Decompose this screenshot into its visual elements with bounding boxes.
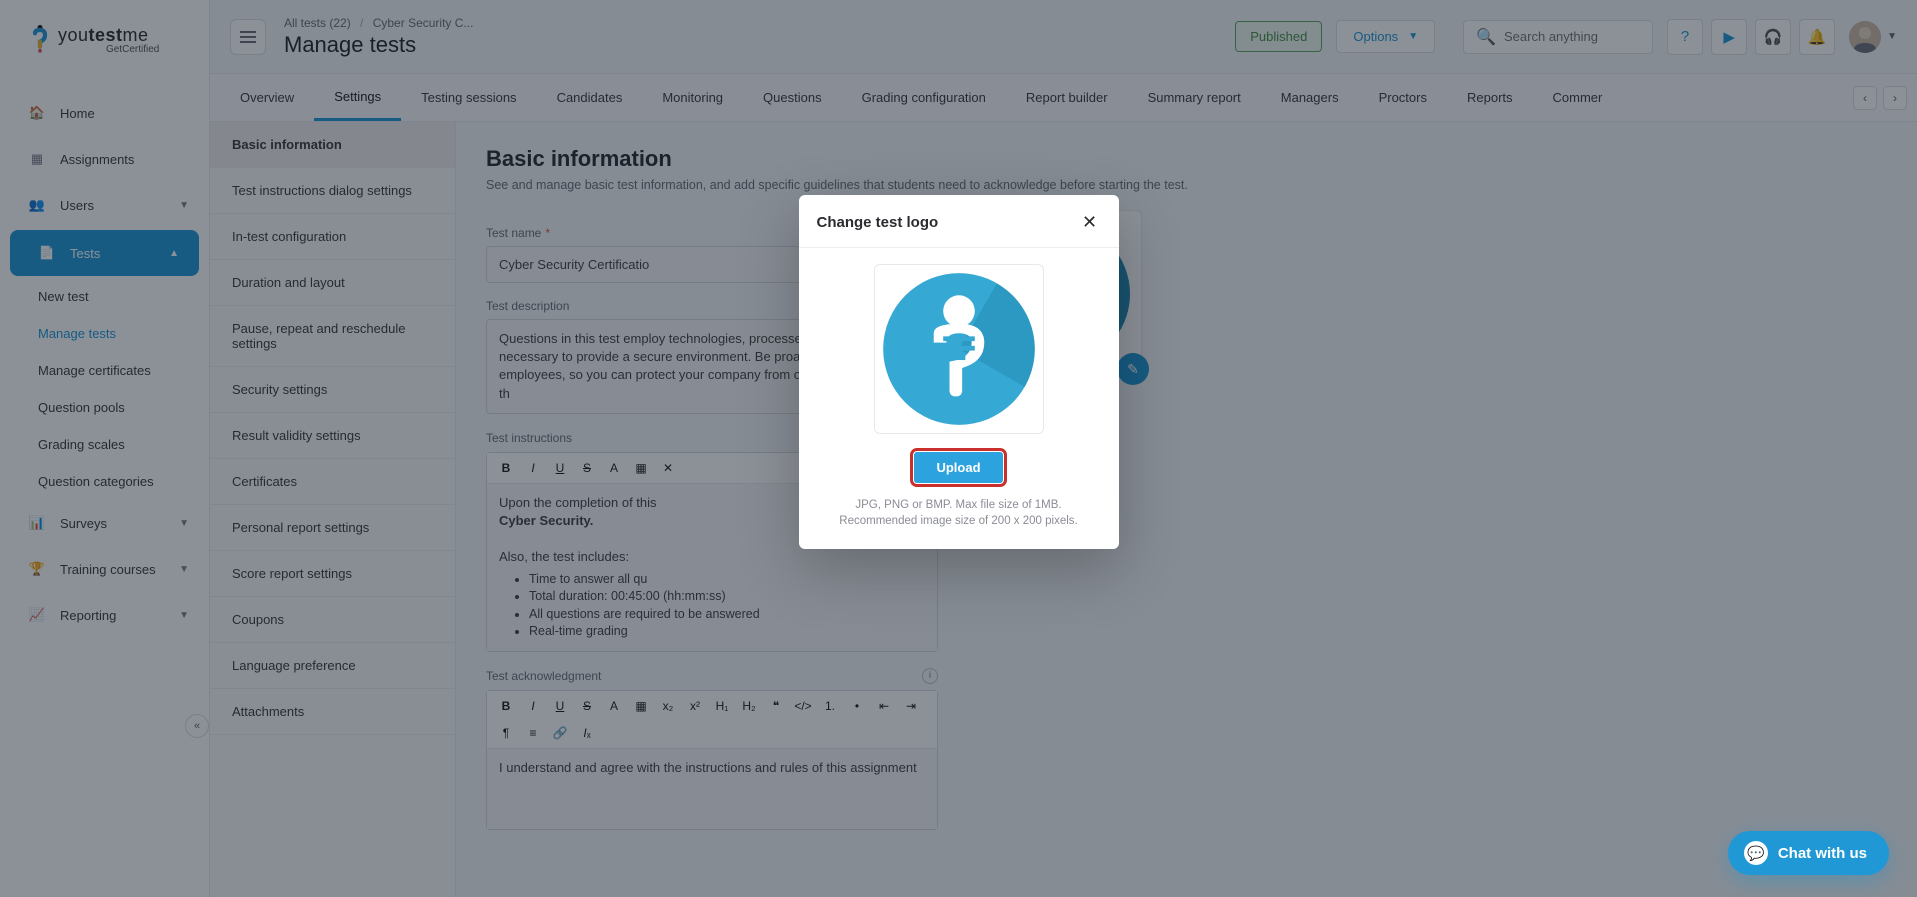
chat-label: Chat with us xyxy=(1778,845,1867,862)
chat-fab[interactable]: 💬 Chat with us xyxy=(1728,831,1889,875)
modal-logo-preview xyxy=(874,264,1044,434)
modal-overlay[interactable]: Change test logo ✕ Upload JPG, PNG or BM… xyxy=(0,0,1917,897)
upload-button[interactable]: Upload xyxy=(914,452,1002,483)
chat-bubble-icon: 💬 xyxy=(1744,841,1768,865)
modal-close-button[interactable]: ✕ xyxy=(1079,211,1101,233)
modal-logo-icon xyxy=(880,270,1038,428)
modal-title: Change test logo xyxy=(817,214,939,231)
close-icon: ✕ xyxy=(1082,212,1097,233)
change-logo-modal: Change test logo ✕ Upload JPG, PNG or BM… xyxy=(799,195,1119,549)
modal-hint: JPG, PNG or BMP. Max file size of 1MB. R… xyxy=(817,497,1101,529)
